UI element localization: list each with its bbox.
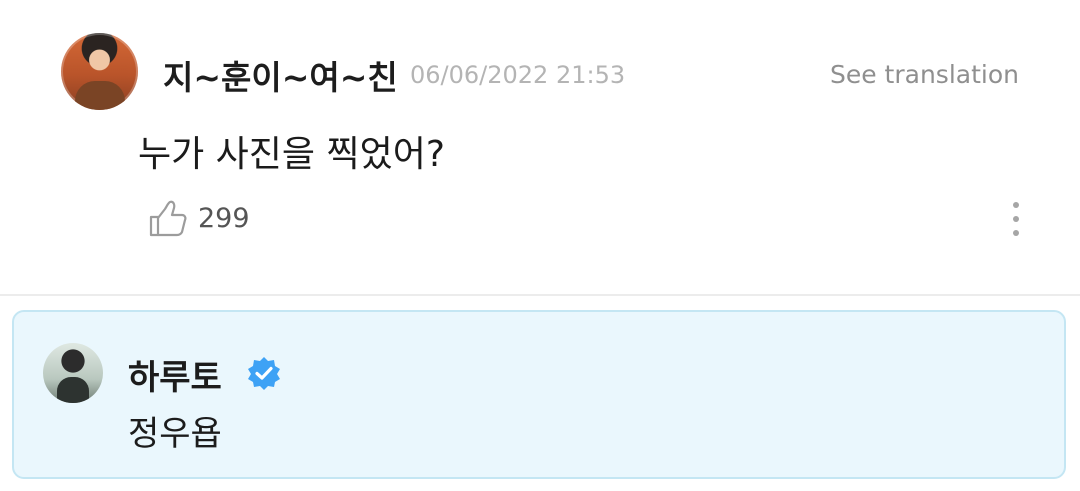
comment: 지~훈이~여~친 06/06/2022 21:53 See translatio… [0, 0, 1080, 294]
like-count: 299 [198, 203, 250, 234]
reply-author[interactable]: 하루토 [128, 350, 222, 399]
comment-author[interactable]: 지~훈이~여~친 [163, 51, 398, 99]
see-translation-button[interactable]: See translation [830, 60, 1019, 89]
avatar[interactable] [61, 33, 138, 110]
artist-reply: 하루토 정우욥 [12, 310, 1066, 479]
reply-avatar[interactable] [43, 343, 103, 403]
divider [0, 294, 1080, 296]
comment-text: 누가 사진을 찍었어? [138, 134, 445, 175]
verified-badge-icon [248, 357, 280, 390]
more-vertical-icon[interactable] [1006, 200, 1026, 238]
thumbs-up-icon[interactable] [148, 200, 188, 238]
reply-text: 정우욥 [128, 414, 222, 454]
comment-timestamp: 06/06/2022 21:53 [410, 61, 626, 89]
